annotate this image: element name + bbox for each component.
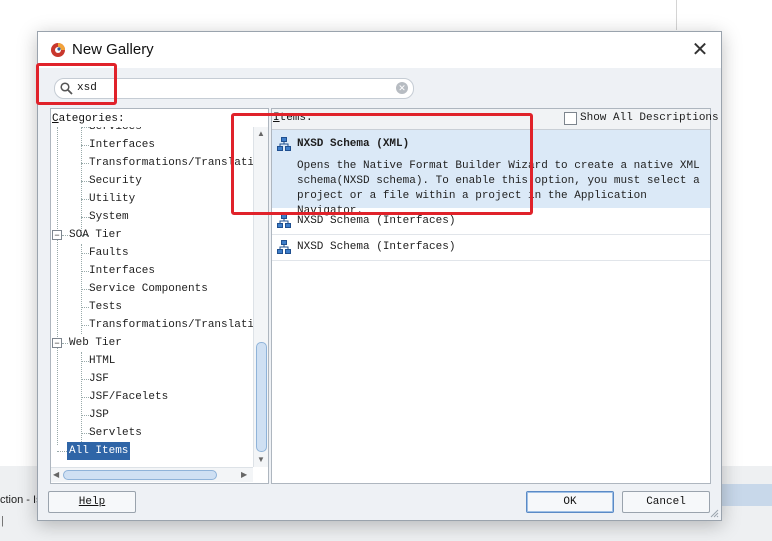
- dialog-title: New Gallery: [72, 41, 154, 58]
- tree-item-services[interactable]: Services: [89, 127, 142, 136]
- help-button[interactable]: Help: [48, 491, 136, 513]
- jdeveloper-app-icon: [51, 43, 65, 57]
- background-status-text: ction - Is: [0, 494, 42, 506]
- item-annotation-box: [231, 113, 533, 215]
- gallery-item[interactable]: NXSD Schema (Interfaces): [272, 235, 710, 261]
- show-all-descriptions-label: Show All Descriptions: [580, 112, 719, 124]
- schema-icon: [277, 240, 291, 254]
- checkbox-icon[interactable]: [564, 112, 577, 125]
- categories-label: Categories:: [52, 113, 125, 125]
- tree-item-html[interactable]: HTML: [89, 352, 115, 370]
- search-annotation-box: [36, 63, 117, 105]
- item-title: NXSD Schema (Interfaces): [297, 215, 456, 227]
- background-cursor-mark: |: [1, 515, 4, 527]
- tree-item-transformations[interactable]: Transformations/Translatio: [89, 154, 253, 172]
- scroll-down-icon[interactable]: ▼: [257, 455, 265, 464]
- new-gallery-dialog: New Gallery ✕ ✕ Categories:: [36, 31, 722, 521]
- tree-item-interfaces[interactable]: Interfaces: [89, 262, 155, 280]
- tree-item-interfaces[interactable]: Interfaces: [89, 136, 155, 154]
- collapse-icon[interactable]: −: [52, 338, 62, 348]
- tree-item-soa-tier[interactable]: SOA Tier: [69, 226, 122, 244]
- tree-item-transformations[interactable]: Transformations/Translatio: [89, 316, 253, 334]
- tree-item-tests[interactable]: Tests: [89, 298, 122, 316]
- tree-item-jsf-facelets[interactable]: JSF/Facelets: [89, 388, 168, 406]
- resize-grip-icon[interactable]: [710, 509, 719, 518]
- collapse-icon[interactable]: −: [52, 230, 62, 240]
- tree-item-security[interactable]: Security: [89, 172, 142, 190]
- title-bar[interactable]: New Gallery ✕: [38, 32, 721, 68]
- search-input[interactable]: [77, 80, 377, 96]
- tree-item-faults[interactable]: Faults: [89, 244, 129, 262]
- scroll-left-icon[interactable]: ◀: [53, 470, 59, 479]
- tree-item-all-items[interactable]: All Items: [67, 442, 131, 460]
- categories-tree[interactable]: Services Interfaces Transformations/Tran…: [51, 127, 253, 467]
- tree-item-system[interactable]: System: [89, 208, 129, 226]
- clear-icon[interactable]: ✕: [396, 82, 408, 94]
- background-divider: [676, 0, 677, 30]
- ok-button[interactable]: OK: [526, 491, 614, 513]
- scroll-right-icon[interactable]: ▶: [241, 470, 247, 479]
- cancel-button[interactable]: Cancel: [622, 491, 710, 513]
- schema-icon: [277, 214, 291, 228]
- horizontal-scroll-thumb[interactable]: [63, 470, 217, 480]
- categories-horizontal-scrollbar[interactable]: ◀ ▶: [51, 467, 253, 482]
- vertical-scroll-thumb[interactable]: [256, 342, 267, 452]
- close-button[interactable]: ✕: [688, 38, 712, 62]
- tree-item-service-components[interactable]: Service Components: [89, 280, 208, 298]
- tree-item-servlets[interactable]: Servlets: [89, 424, 142, 442]
- tree-item-web-tier[interactable]: Web Tier: [69, 334, 122, 352]
- tree-item-jsp[interactable]: JSP: [89, 406, 109, 424]
- item-title: NXSD Schema (Interfaces): [297, 241, 456, 253]
- tree-item-utility[interactable]: Utility: [89, 190, 135, 208]
- tree-item-jsf[interactable]: JSF: [89, 370, 109, 388]
